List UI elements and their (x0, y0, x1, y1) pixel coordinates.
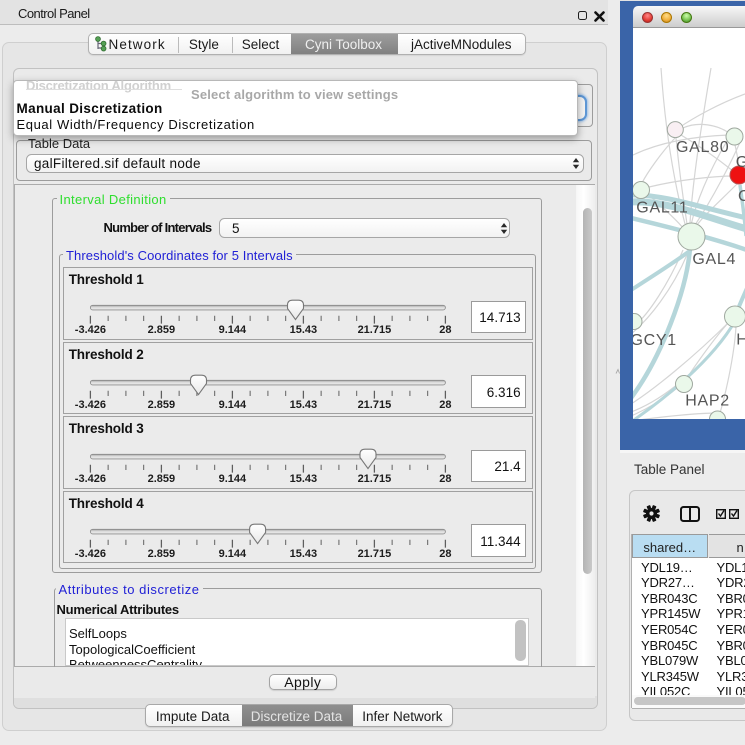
svg-text:-3.426: -3.426 (75, 324, 106, 336)
svg-text:21.715: 21.715 (358, 473, 392, 485)
svg-text:28: 28 (439, 473, 451, 485)
svg-text:9.144: 9.144 (219, 399, 247, 411)
svg-text:2.859: 2.859 (148, 473, 176, 485)
svg-text:C: C (738, 188, 745, 205)
svg-text:2.859: 2.859 (148, 548, 176, 560)
svg-text:HAP2: HAP2 (685, 393, 730, 410)
svg-text:21.715: 21.715 (358, 548, 392, 560)
svg-text:2.859: 2.859 (148, 324, 176, 336)
svg-text:-3.426: -3.426 (75, 473, 106, 485)
svg-text:21.715: 21.715 (358, 324, 392, 336)
svg-text:GCY1: GCY1 (633, 332, 677, 349)
svg-text:GAL4: GAL4 (692, 251, 736, 268)
svg-text:GA: GA (735, 154, 745, 171)
svg-text:GAL11: GAL11 (636, 200, 688, 217)
svg-text:28: 28 (439, 399, 451, 411)
svg-text:15.43: 15.43 (290, 473, 318, 485)
svg-text:28: 28 (439, 548, 451, 560)
svg-text:15.43: 15.43 (290, 548, 318, 560)
svg-text:H: H (736, 332, 745, 349)
svg-text:9.144: 9.144 (219, 548, 247, 560)
svg-text:15.43: 15.43 (290, 399, 318, 411)
svg-text:28: 28 (439, 324, 451, 336)
svg-text:9.144: 9.144 (219, 324, 247, 336)
svg-text:15.43: 15.43 (290, 324, 318, 336)
svg-text:2.859: 2.859 (148, 399, 176, 411)
svg-text:-3.426: -3.426 (75, 548, 106, 560)
svg-text:-3.426: -3.426 (75, 399, 106, 411)
svg-text:9.144: 9.144 (219, 473, 247, 485)
svg-text:GAL80: GAL80 (676, 139, 729, 156)
svg-text:21.715: 21.715 (358, 399, 392, 411)
